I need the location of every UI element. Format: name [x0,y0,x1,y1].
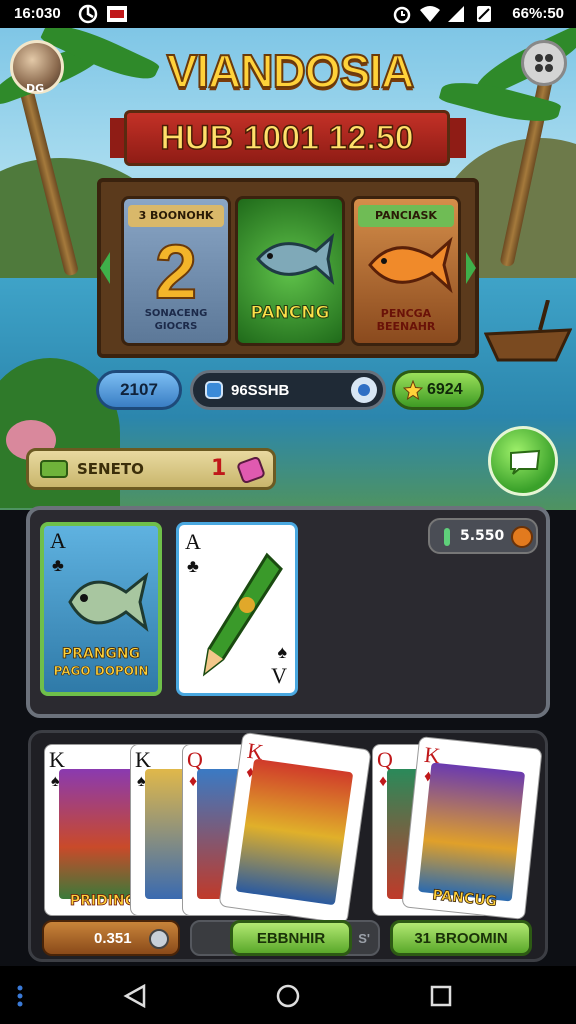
star-icon [403,380,423,400]
bonus-label: SENETO [77,460,144,478]
card-bottom-rank: V [271,663,287,688]
center-right-label: S' [358,930,370,946]
panel-fish-caption: PANCNG [250,303,330,324]
card-rank: Q [377,747,393,772]
center-action-button[interactable]: EBBNHIR [230,920,352,956]
panel-fish-orange-caption: PENCGA BEENAHR [376,307,436,333]
panel-bonus-title: 3 BOONOHK [128,205,224,227]
game-title: VIANDOSIA [166,44,416,98]
battery-saver-icon [477,6,491,22]
orb-icon [149,929,169,949]
stat-middle-value: 96SSHB [231,381,290,399]
card-rank: K [135,747,151,772]
panel-bonus-number: 2 [154,229,198,316]
card-art [418,762,526,902]
card-bottom-suit: ♠ [277,642,287,662]
bonus-count: 1 [211,456,227,481]
board-right-arrow[interactable] [466,252,476,284]
gem-icon [205,381,223,399]
table-card-fish[interactable]: A ♣ PRANGNG PAGO DOPOIN [40,522,162,696]
coin-indicator [444,528,450,546]
hub-banner: HUB 1001 12.50 [124,110,450,166]
board-left-arrow[interactable] [100,252,110,284]
bet-value: 0.351 [94,929,132,947]
signal-icon [448,6,464,22]
cash-icon [40,460,68,478]
stat-left[interactable]: 2107 [96,370,182,410]
goldfish-icon [368,236,453,294]
wifi-icon [420,6,440,22]
selection-board: 3 BOONOHK 2 SONACENG GIOCRS PANCNG PANCI… [97,178,479,358]
navigation-bar [0,966,576,1024]
app-notification-icon [107,6,127,22]
grid-icon [535,54,553,72]
send-button[interactable] [488,426,558,496]
fish-icon [68,572,149,632]
fish-icon [256,233,335,285]
status-bar: 16:030 66%:50 [0,0,576,28]
ticket-icon [237,457,265,483]
stat-right[interactable]: 6924 [392,370,484,410]
pencil-icon [202,552,283,677]
card-rank: A [50,528,66,553]
card-rank: K [49,747,65,772]
card-suit: ♦ [379,773,388,790]
avatar-label: DG [26,82,45,95]
panel-fish-orange-title: PANCIASK [358,205,454,227]
stat-right-value: 6924 [427,381,463,398]
stat-middle[interactable]: 96SSHB [190,370,386,410]
menu-button[interactable] [521,40,567,86]
coin-value: 5.550 [460,528,505,544]
card-caption-2: PAGO DOPOIN [53,664,149,679]
recents-icon[interactable] [430,985,452,1007]
battery-text: 66%:50 [512,5,564,22]
dots-icon[interactable] [14,984,26,1008]
message-icon [510,449,541,475]
bet-value-button[interactable]: 0.351 [42,920,180,956]
panel-fish-green[interactable]: PANCNG [235,196,345,346]
hand-card-4[interactable]: K ♦ [218,731,372,925]
stat-middle-badge[interactable] [351,377,377,403]
pinwheel-icon [78,4,98,24]
back-icon[interactable] [122,984,148,1008]
coin-blue-icon [358,384,370,396]
home-icon[interactable] [276,984,300,1008]
right-action-button[interactable]: 31 BROOMIN [390,920,532,956]
card-suit: ♦ [189,773,198,790]
table-card-pencil[interactable]: A ♣ ♠ V [176,522,298,696]
bonus-bar[interactable]: SENETO 1 [26,448,276,490]
panel-bonus-caption: SONACENG GIOCRS [144,308,208,332]
panel-bonus[interactable]: 3 BOONOHK 2 SONACENG GIOCRS [121,196,231,346]
status-time: 16:030 [14,5,61,22]
boat-icon [484,300,572,362]
card-rank: Q [187,747,203,772]
hand-card-6[interactable]: K ♦ PANCUG [401,735,543,921]
panel-fish-orange[interactable]: PANCIASK PENCGA BEENAHR [351,196,461,346]
coin-pill[interactable]: 5.550 [428,518,538,554]
banner-text: HUB 1001 12.50 [160,118,415,158]
card-art [235,758,354,906]
alarm-icon [393,6,411,24]
card-caption-1: PRANGNG [61,646,141,663]
coin-icon [511,526,533,548]
